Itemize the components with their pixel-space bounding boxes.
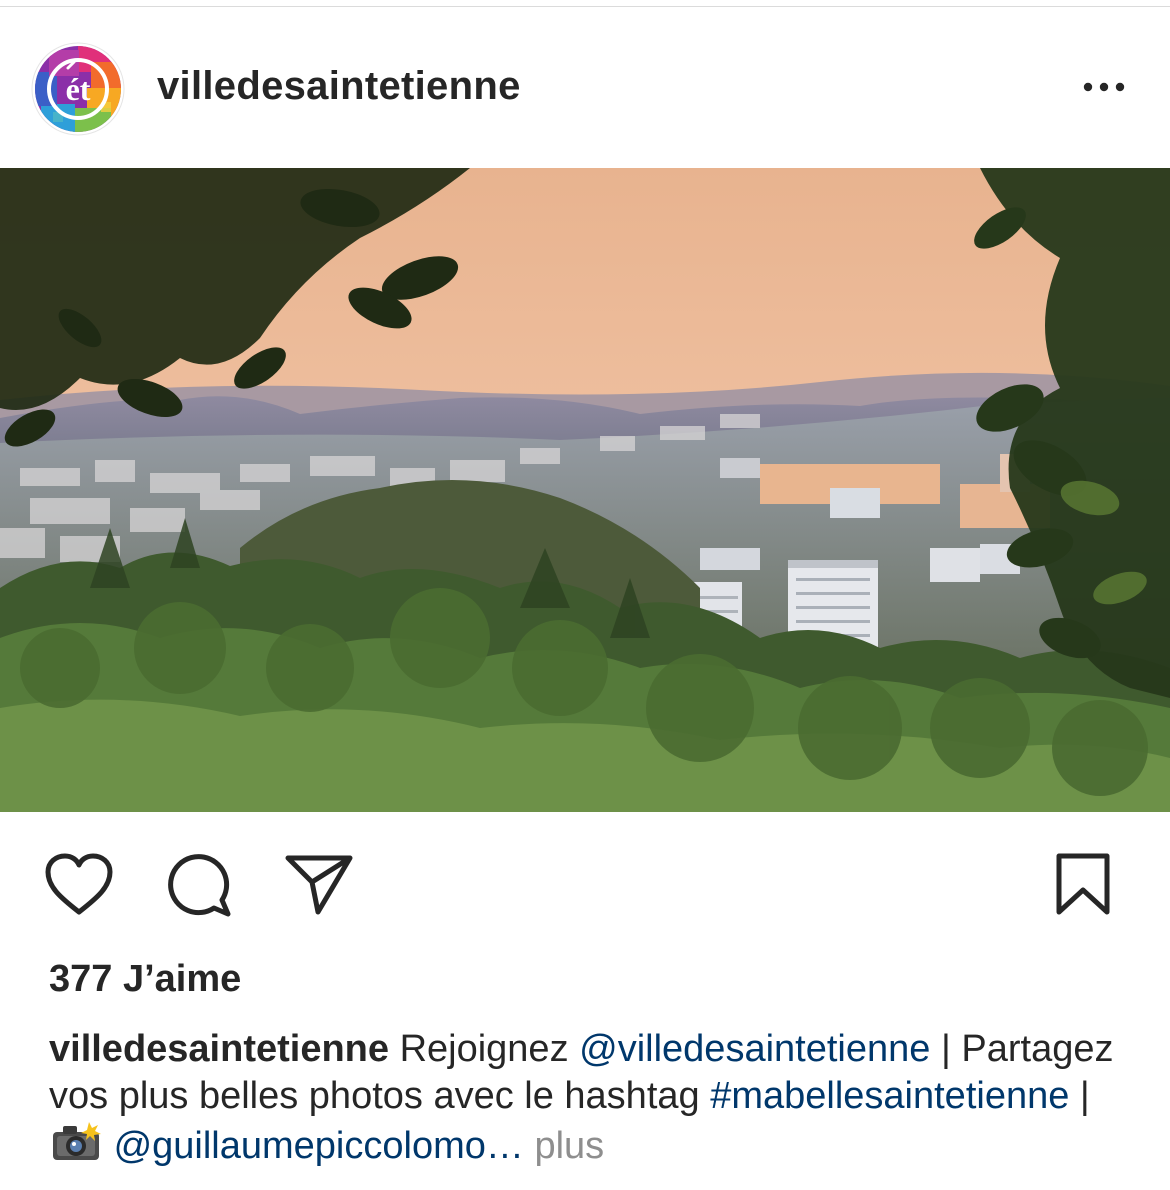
- caption-text: |: [1069, 1075, 1090, 1117]
- camera-flash-emoji-icon: [49, 1120, 103, 1176]
- profile-avatar[interactable]: ét: [31, 42, 125, 136]
- post-photo[interactable]: [0, 168, 1170, 812]
- post-actions: [0, 820, 1170, 940]
- share-button[interactable]: [284, 852, 354, 916]
- send-icon: [285, 855, 353, 915]
- post-username[interactable]: villedesaintetienne: [157, 64, 521, 109]
- post-header: ét villedesaintetienne: [0, 0, 1170, 168]
- more-options-button[interactable]: [1076, 70, 1132, 104]
- caption-mention[interactable]: @villedesaintetienne: [579, 1028, 930, 1070]
- bookmark-icon: [1056, 853, 1110, 915]
- like-button[interactable]: [43, 852, 115, 918]
- caption-hashtag[interactable]: #mabellesaintetienne: [710, 1075, 1069, 1117]
- heart-icon: [45, 853, 113, 915]
- caption-mention[interactable]: @guillaumepiccolomo…: [114, 1125, 524, 1167]
- ville-de-saint-etienne-logo-icon: ét: [31, 42, 125, 136]
- city-landscape-image: [0, 168, 1170, 812]
- more-options-icon: [1083, 82, 1125, 92]
- caption-text: [103, 1125, 114, 1167]
- caption-more-link[interactable]: plus: [534, 1125, 604, 1167]
- save-button[interactable]: [1054, 852, 1112, 916]
- likes-count[interactable]: 377 J’aime: [49, 958, 241, 1001]
- caption-text: Rejoignez: [389, 1028, 580, 1070]
- comment-button[interactable]: [164, 850, 234, 918]
- caption-text: [524, 1125, 535, 1167]
- post-caption: villedesaintetienne Rejoignez @villedesa…: [49, 1026, 1134, 1176]
- caption-username[interactable]: villedesaintetienne: [49, 1028, 389, 1070]
- comment-icon: [168, 854, 231, 917]
- svg-text:ét: ét: [66, 71, 91, 107]
